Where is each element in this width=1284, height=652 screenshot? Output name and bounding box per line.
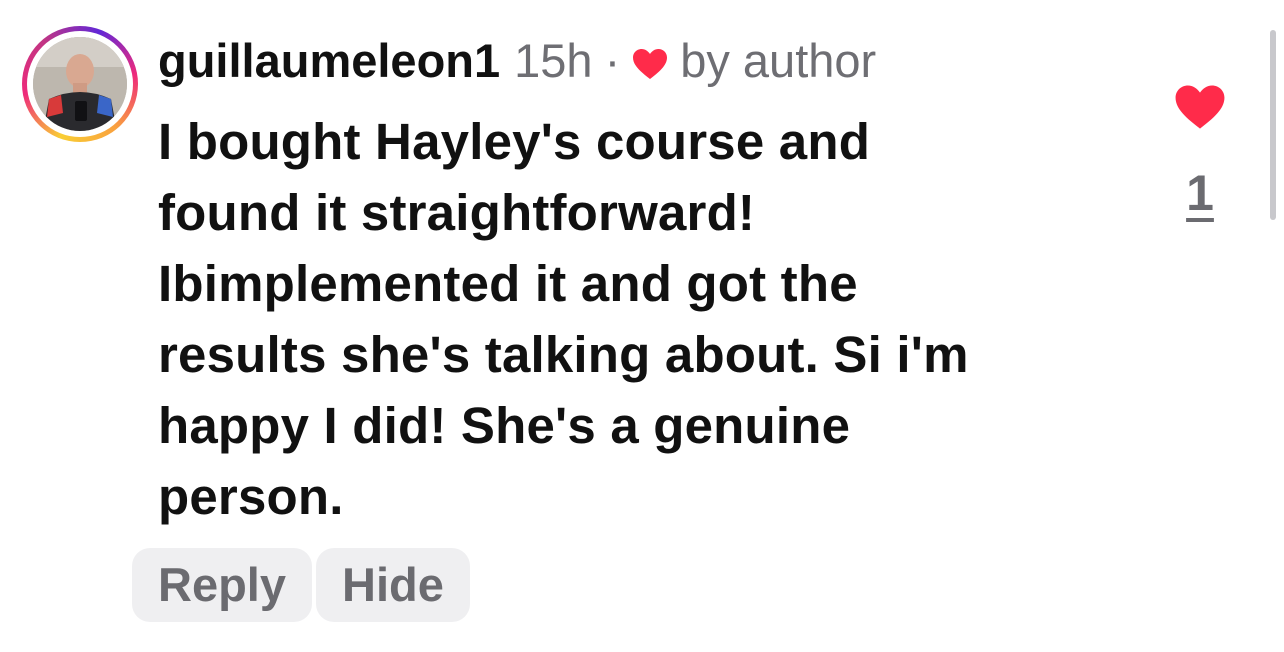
like-button[interactable] [1174, 84, 1226, 130]
heart-icon [1175, 85, 1225, 129]
comment-line: found it straightforward! [158, 184, 756, 241]
avatar-photo [33, 37, 127, 131]
comment-line: results she's talking about. Si i'm [158, 326, 969, 383]
comment-line: happy I did! She's a genuine [158, 397, 851, 454]
comment-line: I bought Hayley's course and [158, 113, 871, 170]
comment-timestamp[interactable]: 15h [514, 32, 592, 90]
scrollbar[interactable] [1270, 30, 1276, 220]
comment-body: I bought Hayley's course and found it st… [158, 106, 1118, 532]
meta-separator: · [604, 34, 621, 87]
avatar-story-ring[interactable] [22, 26, 138, 142]
hide-button[interactable]: Hide [316, 548, 470, 622]
heart-icon [632, 35, 668, 79]
comment-line: Ibimplemented it and got the [158, 255, 858, 312]
comment-header: guillaumeleon1 15h · by author [158, 32, 876, 90]
like-count-link[interactable]: 1 [1178, 164, 1222, 222]
liked-by-author-label: by author [680, 34, 877, 87]
avatar-ring-gap [27, 31, 133, 137]
username-link[interactable]: guillaumeleon1 [158, 32, 500, 90]
reply-button[interactable]: Reply [132, 548, 312, 622]
avatar[interactable] [33, 37, 127, 131]
comment-actions: Reply Hide [132, 548, 470, 622]
comment-line: person. [158, 468, 344, 525]
